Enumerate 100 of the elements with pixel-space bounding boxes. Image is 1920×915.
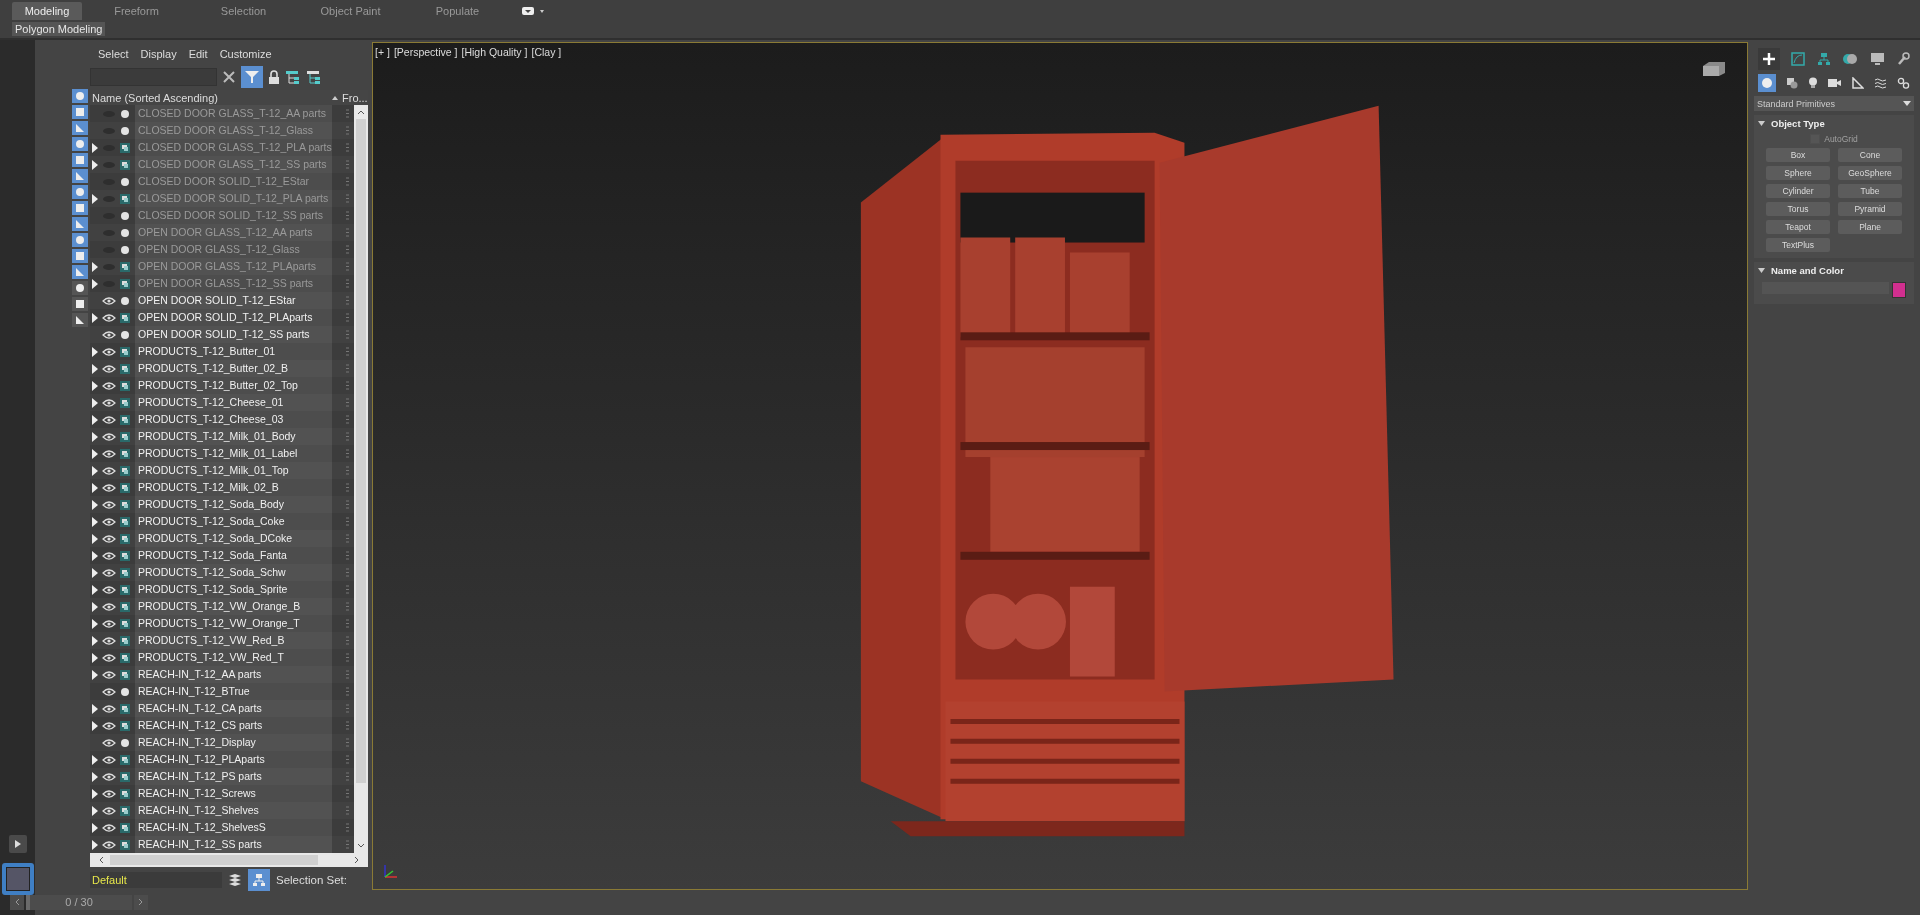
- primitive-button[interactable]: Plane: [1838, 220, 1902, 234]
- freeze-icon[interactable]: [345, 636, 350, 645]
- freeze-icon[interactable]: [345, 619, 350, 628]
- freeze-icon[interactable]: [345, 670, 350, 679]
- object-name[interactable]: PRODUCTS_T-12_VW_Orange_B: [135, 598, 332, 615]
- object-name[interactable]: PRODUCTS_T-12_Cheese_01: [135, 394, 332, 411]
- eye-icon[interactable]: [102, 517, 116, 526]
- expand-icon[interactable]: [91, 703, 98, 714]
- eye-icon[interactable]: [102, 449, 116, 458]
- expand-icon[interactable]: [91, 550, 98, 561]
- primitive-button[interactable]: Teapot: [1766, 220, 1830, 234]
- freeze-icon[interactable]: [345, 687, 350, 696]
- eye-icon[interactable]: [102, 687, 116, 696]
- eye-icon[interactable]: [102, 585, 116, 594]
- expand-icon[interactable]: [91, 397, 98, 408]
- object-name[interactable]: PRODUCTS_T-12_Soda_Body: [135, 496, 332, 513]
- freeze-icon[interactable]: [345, 653, 350, 662]
- object-name[interactable]: PRODUCTS_T-12_Soda_Coke: [135, 513, 332, 530]
- play-icon[interactable]: [13, 839, 22, 849]
- freeze-icon[interactable]: [345, 364, 350, 373]
- object-name[interactable]: PRODUCTS_T-12_Butter_02_Top: [135, 377, 332, 394]
- expand-icon[interactable]: [91, 635, 98, 646]
- collapse-icon[interactable]: [1758, 267, 1765, 274]
- menu-item[interactable]: Customize: [219, 48, 272, 62]
- expand-icon[interactable]: [91, 499, 98, 510]
- ribbon-tab[interactable]: Selection: [191, 2, 296, 20]
- expand-icon[interactable]: [91, 312, 98, 323]
- expand-icon[interactable]: [91, 465, 98, 476]
- freeze-icon[interactable]: [345, 500, 350, 509]
- freeze-icon[interactable]: [345, 194, 350, 203]
- expand-icon[interactable]: [91, 567, 98, 578]
- freeze-icon[interactable]: [345, 517, 350, 526]
- primitive-button[interactable]: Torus: [1766, 202, 1830, 216]
- freeze-icon[interactable]: [345, 228, 350, 237]
- freeze-icon[interactable]: [345, 704, 350, 713]
- ribbon-tab[interactable]: Freeform: [84, 2, 189, 20]
- freeze-icon[interactable]: [345, 211, 350, 220]
- freeze-icon[interactable]: [345, 823, 350, 832]
- eye-icon[interactable]: [102, 398, 116, 407]
- ruler-icon[interactable]: [1851, 77, 1864, 89]
- viewcube-icon[interactable]: [1701, 61, 1727, 77]
- ribbon-tab[interactable]: Modeling: [12, 2, 82, 20]
- expand-icon[interactable]: [91, 669, 98, 680]
- freeze-icon[interactable]: [345, 126, 350, 135]
- freeze-icon[interactable]: [345, 755, 350, 764]
- freeze-icon[interactable]: [345, 330, 350, 339]
- object-name[interactable]: OPEN DOOR SOLID_T-12_PLAparts: [135, 309, 332, 326]
- column-header[interactable]: Fro...: [342, 91, 368, 104]
- menu-item[interactable]: Select: [98, 48, 129, 62]
- viewport-label[interactable]: [Perspective ]: [393, 46, 458, 58]
- primitive-button[interactable]: Pyramid: [1838, 202, 1902, 216]
- time-slider[interactable]: 0 / 30: [26, 894, 132, 910]
- object-name[interactable]: REACH-IN_T-12_CS parts: [135, 717, 332, 734]
- viewport-layout-button[interactable]: [1, 863, 34, 895]
- object-name[interactable]: PRODUCTS_T-12_Butter_02_B: [135, 360, 332, 377]
- time-slider-thumb[interactable]: [26, 894, 30, 910]
- expand-icon[interactable]: [91, 601, 98, 612]
- eye-icon[interactable]: [102, 602, 116, 611]
- wrench-icon[interactable]: [1895, 52, 1910, 66]
- expand-icon[interactable]: [91, 754, 98, 765]
- freeze-icon[interactable]: [345, 279, 350, 288]
- freeze-icon[interactable]: [345, 313, 350, 322]
- primitive-button[interactable]: Cone: [1838, 148, 1902, 162]
- eye-icon[interactable]: [102, 721, 116, 730]
- primitive-button[interactable]: Sphere: [1766, 166, 1830, 180]
- eye-icon[interactable]: [102, 296, 116, 305]
- eye-icon[interactable]: [102, 619, 116, 628]
- freeze-icon[interactable]: [345, 551, 350, 560]
- eye-icon[interactable]: [102, 313, 116, 322]
- expand-icon[interactable]: [91, 346, 98, 357]
- menu-item[interactable]: Edit: [188, 48, 208, 62]
- freeze-icon[interactable]: [345, 398, 350, 407]
- freeze-icon[interactable]: [345, 143, 350, 152]
- rollout-title[interactable]: Object Type: [1771, 118, 1825, 129]
- expand-icon[interactable]: [91, 652, 98, 663]
- freeze-icon[interactable]: [345, 262, 350, 271]
- expand-icon[interactable]: [91, 720, 98, 731]
- eye-icon[interactable]: [102, 364, 116, 373]
- freeze-icon[interactable]: [345, 466, 350, 475]
- eye-icon[interactable]: [102, 636, 116, 645]
- eye-icon[interactable]: [102, 840, 116, 849]
- freeze-icon[interactable]: [345, 415, 350, 424]
- expand-icon[interactable]: [91, 771, 98, 782]
- eye-icon[interactable]: [102, 738, 116, 747]
- object-name[interactable]: PRODUCTS_T-12_VW_Red_T: [135, 649, 332, 666]
- freeze-icon[interactable]: [345, 806, 350, 815]
- chevron-left-icon[interactable]: [14, 898, 20, 906]
- close-icon[interactable]: [222, 70, 236, 84]
- chevron-right-icon[interactable]: [138, 898, 144, 906]
- eye-icon[interactable]: [102, 653, 116, 662]
- object-name[interactable]: PRODUCTS_T-12_VW_Red_B: [135, 632, 332, 649]
- object-name[interactable]: OPEN DOOR SOLID_T-12_EStar: [135, 292, 332, 309]
- expand-icon[interactable]: [91, 822, 98, 833]
- expand-icon[interactable]: [91, 363, 98, 374]
- scrollbar[interactable]: [90, 853, 368, 867]
- object-name[interactable]: PRODUCTS_T-12_Soda_Sprite: [135, 581, 332, 598]
- color-swatch[interactable]: [1892, 282, 1906, 298]
- eye-icon[interactable]: [102, 330, 116, 339]
- freeze-icon[interactable]: [345, 534, 350, 543]
- expand-icon[interactable]: [91, 516, 98, 527]
